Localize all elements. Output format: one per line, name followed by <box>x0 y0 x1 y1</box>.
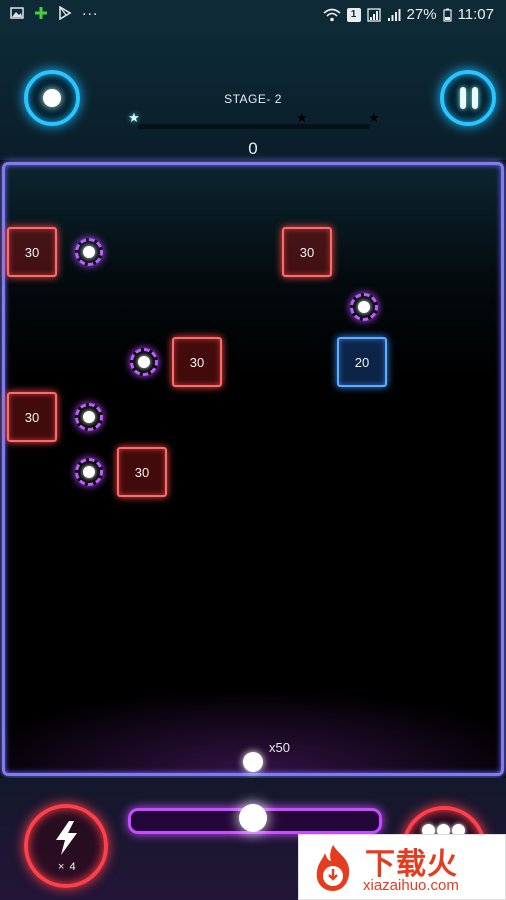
ball-count: x50 <box>269 740 290 755</box>
gallery-icon <box>10 7 24 19</box>
extra-ball-pickup <box>75 458 103 486</box>
overflow-dots: ... <box>82 2 99 19</box>
battery-percent: 27% <box>406 6 437 23</box>
status-right: 1 27% 11:07 <box>323 6 494 23</box>
brick: 30 <box>117 447 167 497</box>
flame-logo-icon <box>316 845 350 891</box>
signal-box-icon <box>366 7 381 22</box>
play-store-icon <box>59 6 72 20</box>
brick: 30 <box>282 227 332 277</box>
pause-icon <box>459 87 479 109</box>
extra-ball-pickup <box>75 238 103 266</box>
brick-value: 30 <box>189 354 205 370</box>
brick: 20 <box>337 337 387 387</box>
pause-button[interactable] <box>440 70 496 126</box>
battery-icon <box>442 8 452 22</box>
brick-value: 20 <box>354 354 370 370</box>
status-bar: ... 1 27% 11:07 <box>0 0 506 30</box>
lightning-icon <box>56 821 77 855</box>
extra-ball-pickup <box>75 403 103 431</box>
aim-slider-thumb[interactable] <box>239 804 267 832</box>
brick: 30 <box>7 227 57 277</box>
status-left: ... <box>10 2 98 20</box>
extra-ball-pickup <box>350 293 378 321</box>
watermark-subtitle: xiazaihuo.com <box>363 877 459 894</box>
brick-value: 30 <box>24 409 40 425</box>
wifi-icon <box>323 8 341 21</box>
brick-value: 30 <box>24 244 40 260</box>
watermark: 下载火 xiazaihuo.com <box>298 834 506 900</box>
star-icon: ★ <box>296 110 308 125</box>
lightning-powerup-button[interactable]: × 4 <box>24 804 108 888</box>
clock: 11:07 <box>457 6 494 23</box>
brick-value: 30 <box>299 244 315 260</box>
brick-value: 30 <box>134 464 150 480</box>
brick: 30 <box>7 392 57 442</box>
score: 0 <box>248 139 258 158</box>
star-icon: ★ <box>368 110 380 125</box>
brick: 30 <box>172 337 222 387</box>
plus-icon <box>35 7 47 19</box>
powerup-count: × 4 <box>58 861 77 873</box>
star-icon: ★ <box>128 110 140 125</box>
extra-ball-pickup <box>130 348 158 376</box>
stage-progress-bar <box>138 124 370 129</box>
ball <box>243 752 263 772</box>
sim-badge-icon: 1 <box>346 7 361 22</box>
signal-icon <box>387 8 401 21</box>
stage-label: STAGE- 2 <box>224 92 282 106</box>
